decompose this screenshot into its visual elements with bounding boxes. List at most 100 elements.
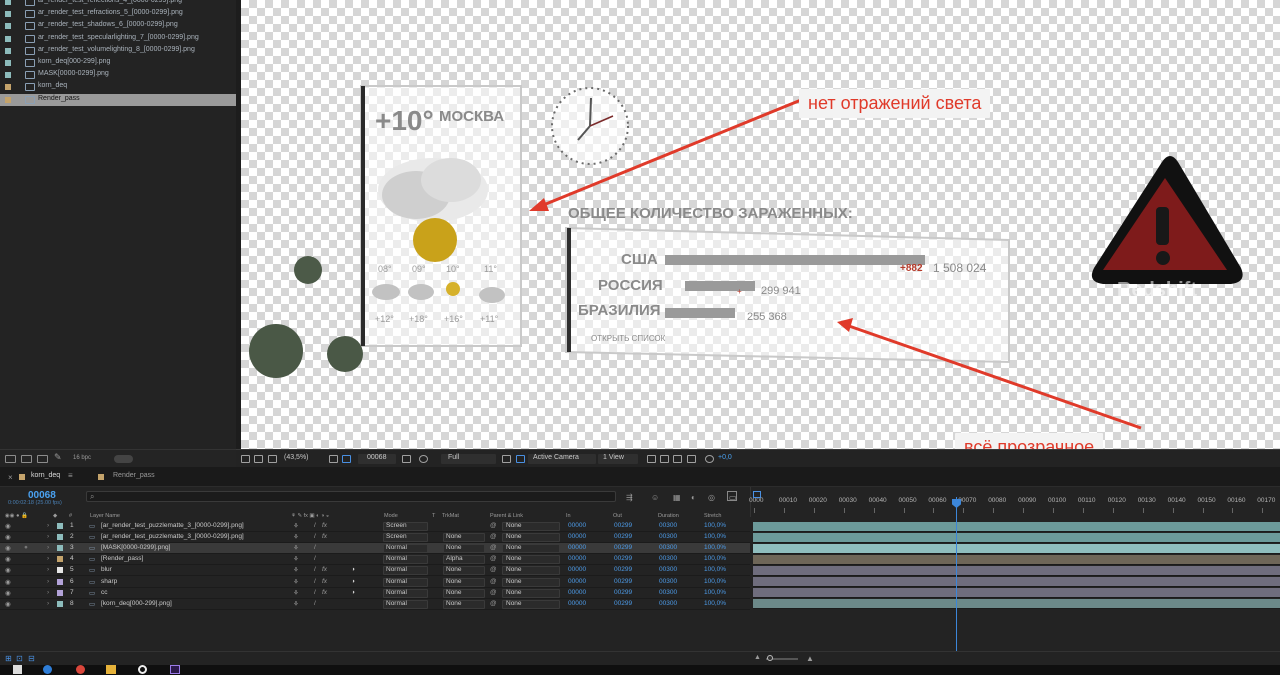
pickwhip-icon[interactable]: @ [490, 600, 497, 607]
layer-duration-bar[interactable] [753, 565, 1280, 576]
fast-previews-icon[interactable] [660, 455, 669, 463]
quality-switch-icon[interactable]: / [314, 544, 316, 551]
layer-stretch[interactable]: 100,0% [704, 544, 726, 551]
layer-out[interactable]: 00299 [614, 522, 632, 529]
layer-in[interactable]: 00000 [568, 522, 586, 529]
layer-row[interactable]: ◉ › 8 ▭ [korn_deq[000-299].png] ⚘ / Normal None @… [0, 599, 750, 610]
fx-switch-icon[interactable]: fx [322, 522, 327, 529]
browser-icon[interactable] [43, 665, 52, 674]
layer-trkmat[interactable]: None [446, 544, 462, 551]
layer-search-input[interactable]: ⌕ [86, 491, 616, 502]
fx-switch-icon[interactable]: fx [322, 578, 327, 585]
mask-visibility-icon[interactable] [268, 455, 277, 463]
eye-icon[interactable]: ◉ [5, 578, 11, 586]
layer-duration-bar[interactable] [753, 532, 1280, 543]
adjustment-layer-icon[interactable]: ◑ [351, 589, 355, 596]
quality-switch-icon[interactable]: / [314, 600, 316, 607]
layer-row[interactable]: ◉ › 5 ▭ blur ⚘ / fx ◑ Normal None @ None 00000 00299 00… [0, 565, 750, 577]
layer-trkmat[interactable]: None [446, 533, 462, 540]
layer-name[interactable]: [Render_pass] [101, 555, 143, 562]
layer-parent[interactable]: None [506, 544, 522, 551]
timeline-icon[interactable] [673, 455, 682, 463]
project-item[interactable]: ar_render_test_volumelighting_8_[0000-02… [0, 45, 236, 57]
layer-name[interactable]: cc [101, 589, 108, 596]
layer-duration-bar[interactable] [753, 554, 1280, 565]
resolution-select[interactable]: Full [448, 454, 459, 461]
layer-parent[interactable]: None [506, 589, 522, 596]
eye-icon[interactable]: ◉ [5, 544, 11, 552]
layer-parent[interactable]: None [506, 600, 522, 607]
quality-switch-icon[interactable]: / [314, 578, 316, 585]
color-channels-icon[interactable] [419, 455, 428, 463]
layer-trkmat[interactable]: None [446, 578, 462, 585]
eye-icon[interactable]: ◉ [5, 533, 11, 541]
expand-icon[interactable]: › [47, 566, 49, 573]
interpret-footage-icon[interactable] [5, 455, 16, 463]
layer-out[interactable]: 00299 [614, 589, 632, 596]
new-comp-icon[interactable] [37, 455, 48, 463]
layer-parent[interactable]: None [506, 533, 522, 540]
layer-mode[interactable]: Normal [386, 544, 407, 551]
layer-name[interactable]: [ar_render_test_puzzlematte_3_[0000-0299… [101, 522, 244, 529]
exposure-icon[interactable] [705, 455, 714, 463]
layer-duration[interactable]: 00300 [659, 555, 677, 562]
layer-mode[interactable]: Screen [386, 522, 407, 529]
layer-stretch[interactable]: 100,0% [704, 566, 726, 573]
always-preview-icon[interactable] [241, 455, 250, 463]
pickwhip-icon[interactable]: @ [490, 589, 497, 596]
fx-switch-icon[interactable]: fx [322, 589, 327, 596]
layer-out[interactable]: 00299 [614, 578, 632, 585]
layer-trkmat[interactable]: Alpha [446, 555, 463, 562]
new-folder-icon[interactable] [21, 455, 32, 463]
draft-3d-icon[interactable]: ⇶ [626, 493, 633, 502]
tab-render-pass[interactable]: Render_pass [113, 472, 155, 479]
project-item[interactable]: Render_pass [0, 93, 236, 106]
layer-row[interactable]: ◉ › 6 ▭ sharp ⚘ / fx ◑ Normal None @ None 00000 00299 0… [0, 577, 750, 588]
layer-label-color[interactable] [57, 556, 63, 563]
expand-icon[interactable]: › [47, 544, 49, 551]
motion-blur-icon[interactable]: ◐ [691, 493, 696, 502]
layer-row[interactable]: ◉ › 1 ▭ [ar_render_test_puzzlematte_3_[0000-… [0, 521, 750, 532]
layer-label-color[interactable] [57, 600, 63, 607]
col-duration[interactable]: Duration [658, 513, 679, 519]
layer-trkmat[interactable]: None [446, 600, 462, 607]
start-icon[interactable] [13, 665, 22, 674]
layer-stretch[interactable]: 100,0% [704, 522, 726, 529]
layer-duration-bar[interactable] [753, 599, 1280, 610]
layer-stretch[interactable]: 100,0% [704, 533, 726, 540]
quality-switch-icon[interactable]: / [314, 566, 316, 573]
adjustment-layer-icon[interactable]: ◑ [351, 566, 355, 573]
layer-name[interactable]: [MASK[0000-0299].png] [101, 544, 170, 551]
views-select[interactable]: 1 View [603, 454, 624, 461]
layer-duration-bar[interactable] [753, 543, 1280, 554]
shy-switch-icon[interactable]: ⚘ [293, 589, 299, 597]
layer-label-color[interactable] [57, 523, 63, 529]
layer-out[interactable]: 00299 [614, 600, 632, 607]
project-item[interactable]: ar_render_test_shadows_6_[0000-0299].png [0, 20, 236, 32]
after-effects-icon[interactable] [170, 665, 180, 674]
layer-name[interactable]: sharp [101, 578, 117, 585]
expand-icon[interactable]: › [47, 589, 49, 596]
eye-icon[interactable]: ◉ [5, 566, 11, 574]
transparency-grid-icon[interactable] [342, 455, 351, 463]
layer-stretch[interactable]: 100,0% [704, 600, 726, 607]
layer-out[interactable]: 00299 [614, 566, 632, 573]
layer-name[interactable]: [ar_render_test_puzzlematte_3_[0000-0299… [101, 533, 244, 540]
shy-switch-icon[interactable]: ⚘ [293, 544, 299, 552]
layer-duration-bar[interactable] [753, 577, 1280, 587]
shy-switch-icon[interactable]: ⚘ [293, 578, 299, 586]
layer-duration[interactable]: 00300 [659, 566, 677, 573]
layer-duration[interactable]: 00300 [659, 589, 677, 596]
expand-icon[interactable]: › [47, 578, 49, 585]
col-parent[interactable]: Parent & Link [490, 513, 523, 519]
quality-switch-icon[interactable]: / [314, 555, 316, 562]
current-frame[interactable]: 00068 [367, 454, 386, 461]
toggle-in-out-icon[interactable]: ⊟ [28, 654, 35, 663]
quality-switch-icon[interactable]: / [314, 533, 316, 540]
layer-duration-bar[interactable] [753, 588, 1280, 599]
layer-mode[interactable]: Normal [386, 578, 407, 585]
layer-name[interactable]: blur [101, 566, 112, 573]
layer-parent[interactable]: None [506, 555, 522, 562]
composition-viewer[interactable]: +10° МОСКВА 08° 09° 10° 11° +12° +18° +1… [241, 0, 1280, 449]
layer-in[interactable]: 00000 [568, 555, 586, 562]
